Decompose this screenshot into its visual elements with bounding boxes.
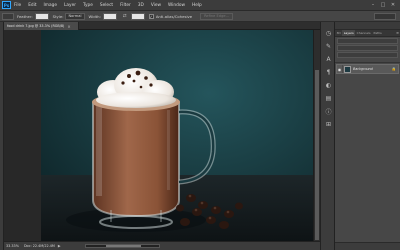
feather-input[interactable] xyxy=(34,12,49,20)
style-select[interactable]: Normal xyxy=(65,12,85,20)
window-controls: – □ ✕ xyxy=(368,1,398,9)
layer-name: Background xyxy=(353,67,373,71)
layer-thumbnail xyxy=(344,65,351,73)
workspace xyxy=(4,30,321,241)
document-canvas[interactable] xyxy=(41,30,321,241)
document-tab-label: food drink 7.jpg @ 33.3% (RGB/8) xyxy=(7,24,65,28)
brush-icon[interactable]: ✎ xyxy=(324,42,333,51)
height-input[interactable] xyxy=(130,12,145,20)
tab-strip xyxy=(79,22,320,30)
vertical-scrollbar[interactable] xyxy=(313,30,320,241)
vertical-scrollbar-thumb[interactable] xyxy=(315,70,319,240)
menu-type[interactable]: Type xyxy=(83,3,93,8)
menu-filter[interactable]: Filter xyxy=(120,3,131,8)
menu-layer[interactable]: Layer xyxy=(64,3,76,8)
lock-fill-row[interactable] xyxy=(337,52,398,58)
tool-preset-picker[interactable] xyxy=(2,12,14,20)
collapsed-panel-header[interactable] xyxy=(335,22,400,30)
panel-menu-icon[interactable]: ≡ xyxy=(396,30,400,36)
character-icon[interactable]: A xyxy=(324,55,333,64)
history-icon[interactable]: ◷ xyxy=(324,29,333,38)
hot-chocolate-photo xyxy=(41,30,321,241)
tab-3d[interactable]: 3D xyxy=(335,30,342,36)
menu-view[interactable]: View xyxy=(151,3,161,8)
menu-edit[interactable]: Edit xyxy=(28,3,36,8)
options-bar: Feather: Style: Normal Width: ⇄ ✓ Anti-a… xyxy=(0,11,400,22)
layers-controls xyxy=(335,37,400,63)
panel-dock: ◷ ✎ A ¶ ◐ ▤ ⓘ ⊞ xyxy=(320,22,335,250)
tab-layers[interactable]: Layers xyxy=(342,30,356,36)
tab-paths[interactable]: Paths xyxy=(372,30,383,36)
blend-mode-row[interactable] xyxy=(337,45,398,51)
layer-filter-row[interactable] xyxy=(337,38,398,44)
lock-icon: 🔒 xyxy=(391,67,396,71)
properties-icon[interactable]: ▤ xyxy=(324,94,333,103)
width-input[interactable] xyxy=(102,12,117,20)
workspace-select[interactable] xyxy=(374,13,396,20)
menu-select[interactable]: Select xyxy=(100,3,113,8)
status-bar: 33.33% Doc: 22.4M/22.4M ▶ xyxy=(4,241,320,250)
layers-panel-footer xyxy=(335,242,400,250)
close-button[interactable]: ✕ xyxy=(388,1,398,9)
horizontal-scrollbar[interactable] xyxy=(84,244,160,248)
adjustments-icon[interactable]: ◐ xyxy=(324,81,333,90)
menu-3d[interactable]: 3D xyxy=(138,3,144,8)
swap-icon[interactable]: ⇄ xyxy=(121,13,129,20)
minimize-button[interactable]: – xyxy=(368,1,378,9)
tool-presets-icon[interactable]: ⊞ xyxy=(324,120,333,129)
zoom-level[interactable]: 33.33% xyxy=(6,244,19,248)
menu-help[interactable]: Help xyxy=(192,3,202,8)
doc-size: Doc: 22.4M/22.4M xyxy=(23,244,55,248)
info-icon[interactable]: ⓘ xyxy=(324,107,333,116)
document-tab[interactable]: food drink 7.jpg @ 33.3% (RGB/8) × xyxy=(4,22,79,30)
width-label: Width: xyxy=(88,13,101,19)
menu-image[interactable]: Image xyxy=(44,3,57,8)
feather-label: Feather: xyxy=(17,13,33,19)
refine-edge-button[interactable]: Refine Edge... xyxy=(200,12,234,20)
anti-alias-checkbox[interactable]: ✓ xyxy=(148,13,154,19)
photoshop-logo: Ps xyxy=(2,1,11,9)
menu-window[interactable]: Window xyxy=(168,3,185,8)
horizontal-scrollbar-thumb[interactable] xyxy=(105,245,141,247)
close-tab-icon[interactable]: × xyxy=(67,24,70,29)
tab-channels[interactable]: Channels xyxy=(355,30,372,36)
menu-bar: Ps File Edit Image Layer Type Select Fil… xyxy=(0,0,400,11)
menu-file[interactable]: File xyxy=(14,3,21,8)
eye-icon[interactable]: ◉ xyxy=(337,65,343,73)
layer-background[interactable]: ◉ Background 🔒 xyxy=(336,64,399,74)
maximize-button[interactable]: □ xyxy=(378,1,388,9)
paragraph-icon[interactable]: ¶ xyxy=(324,68,333,77)
layers-panel-group: 3D Layers Channels Paths ≡ ◉ Background … xyxy=(335,22,400,250)
style-label: Style: xyxy=(52,13,64,19)
anti-alias-label: Anti-alias/Cohesive xyxy=(155,13,193,19)
status-menu-arrow-icon[interactable]: ▶ xyxy=(58,244,61,248)
menu-items: File Edit Image Layer Type Select Filter… xyxy=(14,3,209,8)
panel-tabs: 3D Layers Channels Paths ≡ xyxy=(335,30,400,37)
